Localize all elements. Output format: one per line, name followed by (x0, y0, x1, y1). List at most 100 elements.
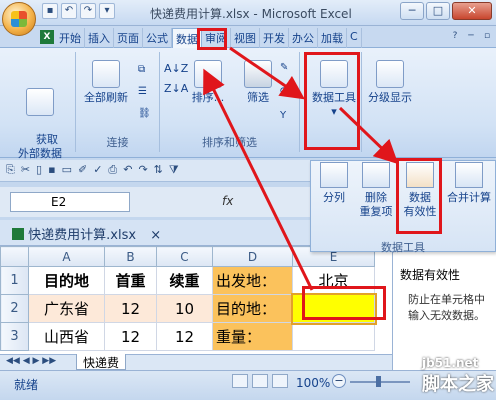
close-doc-icon[interactable]: × (150, 228, 161, 243)
cell-c3[interactable]: 12 (156, 322, 213, 351)
filter-button[interactable]: 筛选 (238, 60, 278, 105)
sort-az-icon[interactable]: A↓Z (164, 62, 188, 75)
document-tab[interactable]: 快递费用计算.xlsx × (12, 224, 161, 243)
watermark-site: 脚本之家 (422, 374, 494, 395)
quick-access-toolbar: ▪ ↶ ↷ ▾ (40, 3, 115, 19)
maximize-button[interactable]: □ (426, 2, 450, 20)
undo-icon[interactable]: ↶ (61, 3, 77, 19)
cell-a1[interactable]: 目的地 (28, 266, 105, 295)
task-pane-body: 防止在单元格中输入无效数据。 (408, 293, 485, 322)
new-icon[interactable]: ▯ (36, 163, 42, 177)
zoom-out-icon[interactable]: − (332, 374, 346, 388)
advanced-filter-icon[interactable]: Y (280, 110, 286, 121)
cell-d1[interactable]: 出发地： (212, 266, 293, 295)
connections-icon[interactable]: ⧉ (138, 64, 145, 75)
properties-icon[interactable]: ☰ (138, 86, 147, 97)
select-all-corner[interactable] (0, 246, 29, 267)
tab-office[interactable]: 办公 (289, 28, 318, 48)
print-icon[interactable]: ⎙ (108, 163, 117, 177)
tab-developer[interactable]: 开发 (260, 28, 289, 48)
tab-formulas[interactable]: 公式 (143, 28, 172, 48)
text-to-columns-button[interactable]: 分列 (314, 162, 354, 205)
group-connections: 全部刷新 ⧉ ☰ ⛓ 连接 (76, 52, 160, 152)
row-header[interactable]: 1 (0, 266, 29, 295)
cell-b1[interactable]: 首重 (104, 266, 157, 295)
close-button[interactable]: ✕ (452, 2, 492, 20)
cell-c1[interactable]: 续重 (156, 266, 213, 295)
refresh-all-button[interactable]: 全部刷新 (78, 60, 134, 105)
tab-addins[interactable]: 加载 (318, 28, 347, 48)
col-header[interactable]: D (212, 246, 293, 267)
save-icon-2[interactable]: ▪ (48, 163, 55, 177)
redo-icon[interactable]: ↷ (80, 3, 96, 19)
fx-icon[interactable]: fx (222, 194, 233, 208)
reapply-icon[interactable]: ⟳ (280, 86, 288, 97)
cut-icon[interactable]: ✂ (21, 163, 30, 177)
spell-check-icon[interactable]: ✓ (93, 163, 102, 177)
consolidate-button[interactable]: 合并计算 (444, 162, 494, 205)
page-break-icon[interactable] (272, 374, 288, 388)
format-painter-icon[interactable]: ✐ (78, 163, 87, 177)
tab-view[interactable]: 视图 (231, 28, 260, 48)
remove-duplicates-icon (362, 162, 390, 188)
refresh-icon (92, 60, 120, 88)
cell-b2[interactable]: 12 (104, 294, 157, 323)
tab-home[interactable]: 开始 (56, 28, 85, 48)
remove-duplicates-button[interactable]: 删除 重复项 (354, 162, 398, 219)
status-ready: 就绪 (14, 378, 39, 392)
cell-a3[interactable]: 山西省 (28, 322, 105, 351)
open-icon[interactable]: ▭ (62, 163, 72, 177)
filter-label: 筛选 (247, 91, 269, 104)
save-icon[interactable]: ▪ (42, 3, 58, 19)
redo-icon-2[interactable]: ↷ (138, 163, 147, 177)
tab-c[interactable]: C (347, 28, 362, 48)
sort-filter-group-label: 排序和筛选 (202, 136, 257, 149)
cell-a2[interactable]: 广东省 (28, 294, 105, 323)
office-logo-icon (11, 11, 27, 27)
highlight-cell-e2 (302, 286, 386, 320)
cell-d2[interactable]: 目的地： (212, 294, 293, 323)
tab-insert[interactable]: 插入 (85, 28, 114, 48)
sheet-nav-icons[interactable]: ◀◀ ◀ ▶ ▶▶ (6, 356, 56, 366)
row-header[interactable]: 2 (0, 294, 29, 323)
outline-button[interactable]: 分级显示 (366, 60, 414, 105)
cell-c2[interactable]: 10 (156, 294, 213, 323)
minimize-button[interactable]: ─ (400, 2, 424, 20)
sort-button[interactable]: 排序... (188, 60, 228, 105)
row-header[interactable]: 3 (0, 322, 29, 351)
page-layout-icon[interactable] (252, 374, 268, 388)
help-icon[interactable]: ? (448, 28, 462, 44)
col-header[interactable]: A (28, 246, 105, 267)
edit-links-icon[interactable]: ⛓ (138, 108, 151, 119)
filter-icon-2[interactable]: ⧩ (169, 163, 179, 177)
zoom-level[interactable]: 100% (296, 376, 330, 390)
consolidate-icon (455, 162, 483, 188)
zoom-slider-knob[interactable] (376, 376, 381, 387)
copy-icon[interactable]: ⎘ (6, 163, 15, 177)
highlight-data-tools (304, 52, 360, 150)
get-external-data-button[interactable]: 获取 外部数据 (10, 60, 70, 175)
cell-d3[interactable]: 重量： (212, 322, 293, 351)
customize-qat-icon[interactable]: ▾ (99, 3, 115, 19)
sort-za-icon[interactable]: Z↓A (164, 82, 188, 95)
sort-icon-2[interactable]: ⇅ (154, 163, 163, 177)
document-tab-title: 快递费用计算.xlsx (28, 228, 137, 243)
cell-e3[interactable] (292, 322, 375, 351)
clear-filter-icon[interactable]: ✎ (280, 62, 288, 73)
tab-page[interactable]: 页面 (114, 28, 143, 48)
undo-icon-2[interactable]: ↶ (123, 163, 132, 177)
minimize-ribbon-icon[interactable]: ─ (464, 28, 478, 44)
group-get-external: 获取 外部数据 (4, 52, 76, 160)
col-header[interactable]: B (104, 246, 157, 267)
name-box[interactable]: E2 (10, 192, 130, 212)
normal-view-icon[interactable] (232, 374, 248, 388)
popup-group-label: 数据工具 (381, 241, 425, 254)
sheet-tab[interactable]: 快递费 (76, 354, 127, 370)
sort-icon (194, 60, 222, 88)
consolidate-label: 合并计算 (447, 191, 491, 204)
cell-b3[interactable]: 12 (104, 322, 157, 351)
office-button[interactable] (2, 2, 36, 36)
restore-icon[interactable]: ▫ (480, 28, 494, 44)
filter-icon (244, 60, 272, 88)
col-header[interactable]: C (156, 246, 213, 267)
